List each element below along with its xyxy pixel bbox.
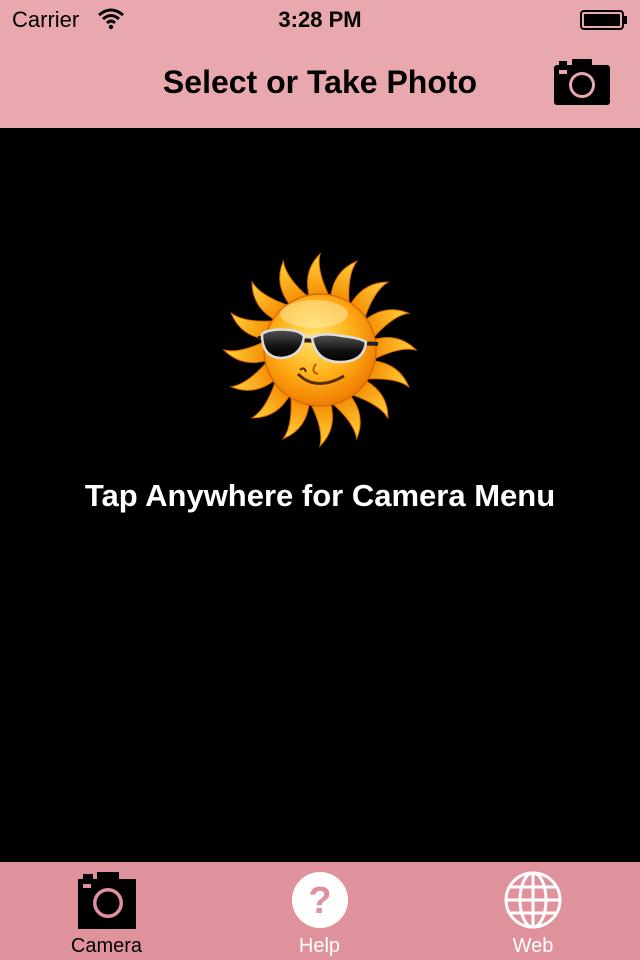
- battery-icon: [580, 10, 627, 30]
- question-icon: ?: [291, 872, 348, 928]
- tab-help-label: Help: [298, 935, 341, 957]
- globe-icon: [504, 871, 562, 929]
- tab-web[interactable]: Web: [426, 862, 640, 960]
- tab-camera[interactable]: Camera: [0, 862, 213, 960]
- tab-camera-label: Camera: [70, 935, 143, 957]
- navigation-bar: Select or Take Photo: [0, 40, 640, 128]
- tap-instruction: Tap Anywhere for Camera Menu: [84, 478, 556, 513]
- tab-web-label: Web: [512, 935, 554, 957]
- tab-help[interactable]: ? Help: [213, 862, 426, 960]
- camera-menu-tap-area[interactable]: Tap Anywhere for Camera Menu: [0, 128, 640, 862]
- camera-icon: [77, 872, 136, 929]
- status-time: 3:28 PM: [278, 7, 362, 32]
- status-bar: Carrier 3:28 PM: [0, 0, 640, 40]
- svg-text:?: ?: [308, 880, 331, 922]
- cool-sun-icon: [222, 252, 418, 448]
- camera-button[interactable]: [552, 58, 612, 108]
- tab-bar: Camera ? Help Web: [0, 862, 640, 960]
- page-title: Select or Take Photo: [162, 64, 478, 100]
